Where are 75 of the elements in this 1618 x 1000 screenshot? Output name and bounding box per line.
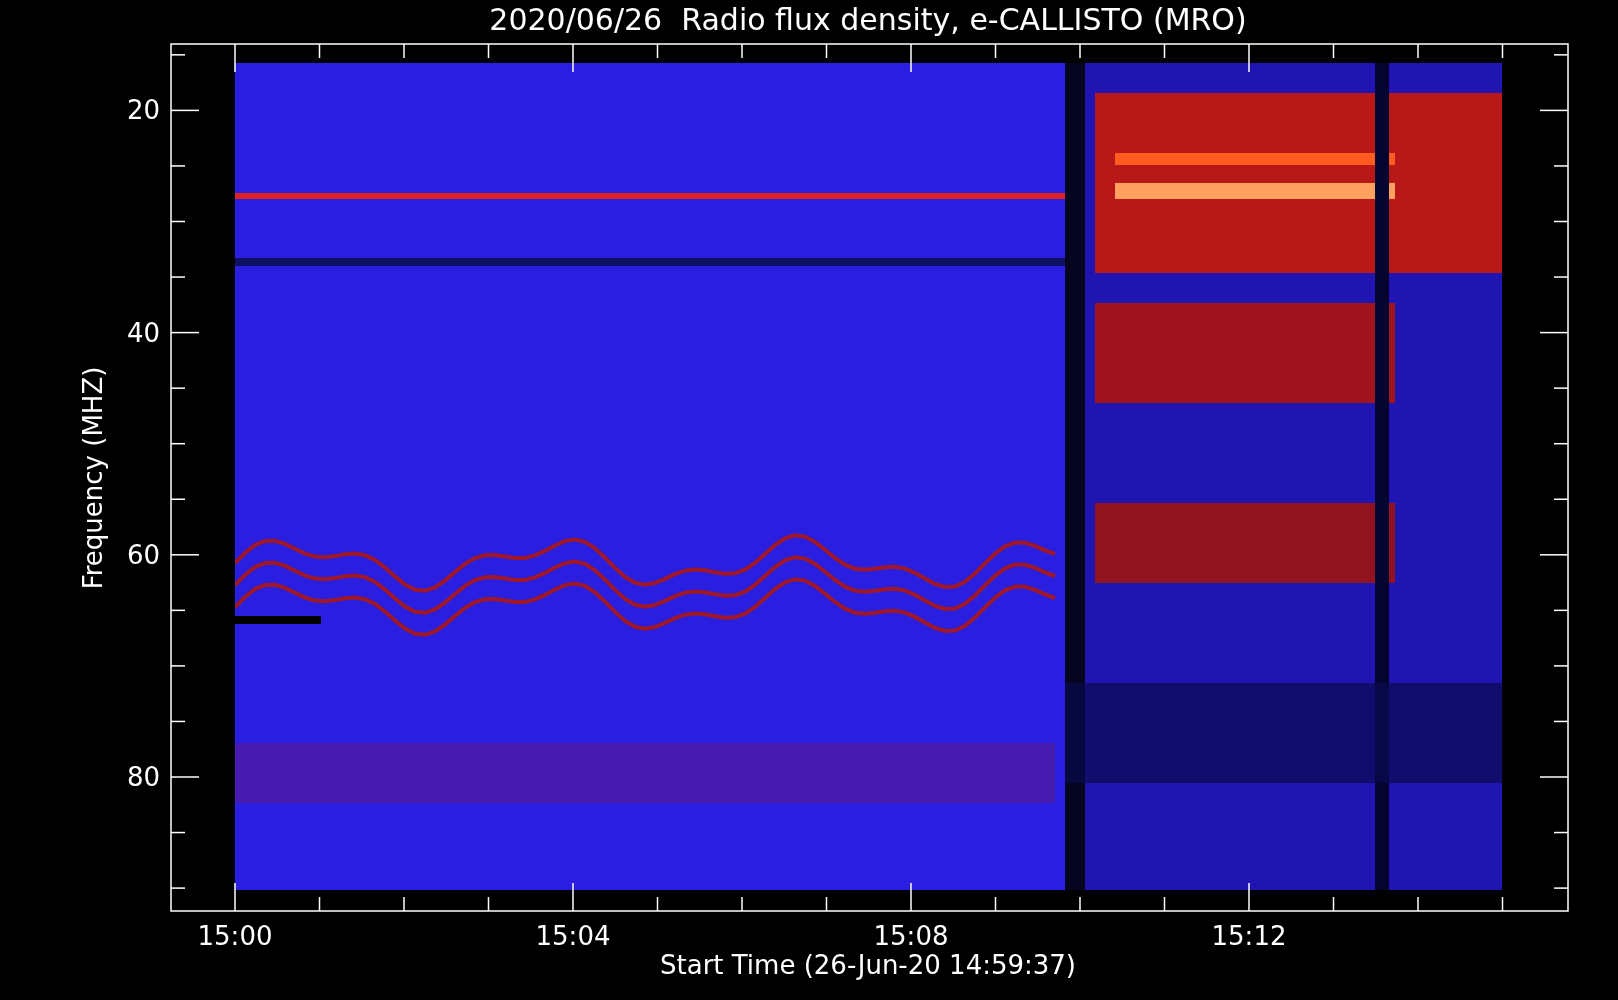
tick-mark	[1539, 554, 1569, 556]
tick-mark	[1553, 831, 1569, 834]
tick-mark	[572, 882, 574, 912]
tick-mark	[994, 43, 997, 59]
tick-label: 15:04	[535, 921, 611, 951]
tick-mark	[1553, 276, 1569, 278]
x-axis-label: Start Time (26-Jun-20 14:59:37)	[660, 950, 1076, 980]
tick-mark	[403, 896, 405, 912]
tick-mark	[1079, 896, 1081, 912]
tick-label: 60	[126, 539, 160, 570]
tick-mark	[1248, 882, 1250, 912]
tick-mark	[170, 442, 186, 445]
tick-mark	[656, 43, 659, 59]
tick-mark	[487, 896, 490, 912]
tick-mark	[1553, 665, 1569, 667]
tick-mark	[170, 276, 186, 278]
tick-mark	[1539, 776, 1569, 778]
plot-title: 2020/06/26 Radio flux density, e-CALLISTO (MRO)	[489, 2, 1247, 37]
tick-mark	[1553, 442, 1569, 445]
tick-mark	[1553, 609, 1569, 612]
tick-mark	[741, 43, 743, 59]
tick-label: 15:08	[873, 921, 949, 951]
tick-mark	[1332, 896, 1335, 912]
tick-mark	[1553, 220, 1569, 223]
tick-mark	[1332, 43, 1335, 59]
tick-mark	[170, 776, 200, 778]
tick-mark	[1501, 896, 1504, 912]
tick-mark	[910, 43, 912, 73]
tick-mark	[318, 43, 321, 59]
tick-mark	[1553, 165, 1569, 167]
tick-mark	[1553, 54, 1569, 56]
tick-mark	[234, 43, 236, 73]
tick-mark	[1539, 109, 1569, 112]
tick-mark	[487, 43, 490, 59]
tick-label: 80	[126, 762, 160, 792]
tick-mark	[170, 165, 186, 167]
tick-mark	[170, 54, 186, 56]
tick-mark	[170, 554, 200, 556]
tick-mark	[1553, 887, 1569, 889]
tick-mark	[170, 220, 186, 223]
tick-mark	[1163, 43, 1166, 59]
tick-mark	[170, 331, 200, 334]
tick-mark	[1417, 43, 1419, 59]
tick-mark	[170, 609, 186, 612]
tick-mark	[170, 109, 200, 112]
tick-mark	[170, 665, 186, 667]
tick-label: 15:12	[1211, 921, 1287, 951]
tick-mark	[1553, 387, 1569, 389]
tick-label: 15:00	[197, 921, 273, 951]
tick-mark	[1248, 43, 1250, 73]
tick-label: 20	[126, 95, 160, 126]
tick-mark	[1079, 43, 1081, 59]
tick-mark	[741, 896, 743, 912]
tick-mark	[170, 831, 186, 834]
tick-mark	[403, 43, 405, 59]
tick-mark	[1553, 498, 1569, 500]
tick-mark	[170, 498, 186, 500]
y-axis-label: Frequency (MHZ)	[78, 366, 108, 590]
tick-mark	[1417, 896, 1419, 912]
tick-mark	[1163, 896, 1166, 912]
tick-mark	[1501, 43, 1504, 59]
tick-mark	[318, 896, 321, 912]
tick-mark	[170, 387, 186, 389]
tick-mark	[825, 43, 828, 59]
tick-mark	[170, 887, 186, 889]
tick-mark	[910, 882, 912, 912]
tick-mark	[656, 896, 659, 912]
tick-mark	[170, 720, 186, 723]
tick-label: 40	[126, 317, 160, 348]
tick-mark	[825, 896, 828, 912]
tick-mark	[994, 896, 997, 912]
tick-mark	[572, 43, 574, 73]
tick-mark	[1553, 720, 1569, 723]
tick-mark	[234, 882, 236, 912]
tick-mark	[1539, 331, 1569, 334]
